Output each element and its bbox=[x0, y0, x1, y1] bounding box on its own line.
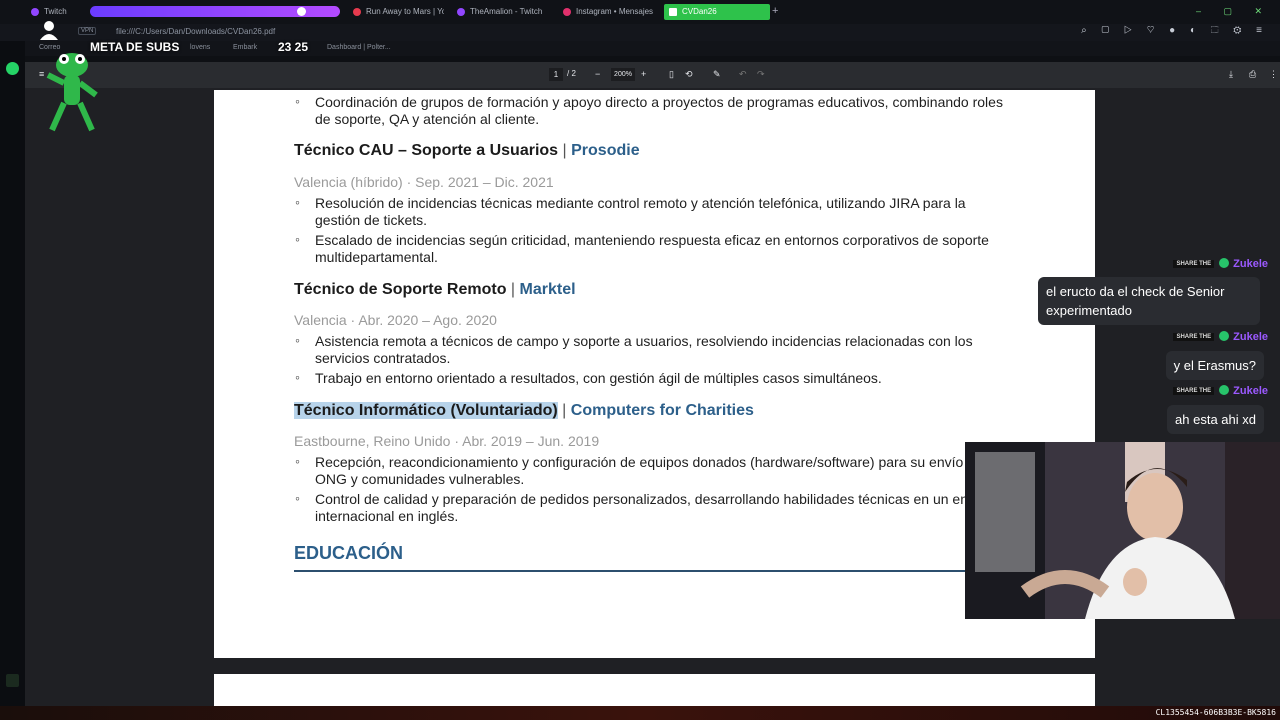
pdf-toolbar: ≡ 1 / 2 − 200% + ▯ ⟲ ✎ ↶ ↷ ⤓ ⎙ ⋮ bbox=[25, 62, 1280, 88]
job-company: Marktel bbox=[519, 281, 576, 298]
shield-icon bbox=[1219, 331, 1230, 341]
toolbar-icons[interactable]: ⌕ ▢ ▷ ♡ ● ◐ ⬚ ⚙ ≡ bbox=[1081, 25, 1268, 36]
chat-badge: SHARE THE bbox=[1173, 387, 1215, 395]
stream-id: CL1355454-606B3B3E-BK5816 bbox=[1155, 708, 1276, 717]
list-item: Asistencia remota a técnicos de campo y … bbox=[295, 332, 1005, 367]
list-item: Trabajo en entorno orientado a resultado… bbox=[295, 369, 1005, 387]
draw-icon[interactable]: ✎ bbox=[713, 69, 721, 80]
browser-sidebar bbox=[0, 0, 25, 720]
twitch-icon bbox=[457, 8, 465, 16]
shield-icon bbox=[1219, 258, 1230, 268]
bookmark-embark[interactable]: Embark bbox=[233, 44, 257, 51]
chat-username: SHARE THE Zukele bbox=[1173, 258, 1268, 270]
chat-message: y el Erasmus? bbox=[1165, 351, 1264, 380]
zoom-in-button[interactable]: + bbox=[641, 69, 646, 79]
list-item: Coordinación de grupos de formación y ap… bbox=[295, 93, 1005, 128]
job-company: Computers for Charities bbox=[570, 402, 754, 419]
fit-page-icon[interactable]: ▯ bbox=[669, 69, 674, 80]
zoom-level[interactable]: 200% bbox=[611, 68, 635, 81]
chat-user: Zukele bbox=[1233, 385, 1268, 397]
tab-label: CVDan26 bbox=[682, 7, 717, 16]
more-options-icon[interactable]: ⋮ bbox=[1269, 69, 1278, 80]
job-meta: Valencia (híbrido) · Sep. 2021 – Dic. 20… bbox=[294, 174, 554, 190]
job-role-selected[interactable]: Técnico Informático (Voluntariado) bbox=[294, 402, 558, 419]
pdf-icon bbox=[669, 8, 677, 16]
shield-icon bbox=[1219, 385, 1230, 395]
bookmarks-bar: Correo lovens Embark Dashboard | Polter.… bbox=[25, 41, 1280, 56]
tab-twitch[interactable]: Twitch bbox=[26, 4, 90, 20]
subs-goal-count: 23 25 bbox=[278, 40, 309, 54]
instagram-icon bbox=[563, 8, 571, 16]
subs-goal-label: META DE SUBS bbox=[90, 40, 180, 54]
job-title: Técnico CAU – Soporte a Usuarios | Proso… bbox=[294, 142, 640, 160]
separator: | bbox=[562, 402, 567, 419]
webcam-feed bbox=[965, 442, 1280, 619]
tab-bar: Twitch Run Away to Mars | Yo TheAmalion … bbox=[0, 0, 1280, 24]
chat-user: Zukele bbox=[1233, 331, 1268, 343]
tab-label: TheAmalion - Twitch bbox=[470, 7, 543, 16]
tab-label: Instagram • Mensajes bbox=[576, 7, 654, 16]
chat-badge: SHARE THE bbox=[1173, 260, 1215, 268]
separator: | bbox=[510, 281, 516, 298]
tab-youtube[interactable]: Run Away to Mars | Yo bbox=[348, 4, 444, 20]
list-item: Escalado de incidencias según criticidad… bbox=[295, 231, 1005, 266]
webcam-image bbox=[965, 442, 1280, 619]
tab-label: Twitch bbox=[44, 7, 67, 16]
gx-icon[interactable] bbox=[6, 674, 19, 687]
separator: | bbox=[562, 142, 567, 159]
bottom-strip bbox=[0, 706, 1280, 720]
tab-cvdan26[interactable]: CVDan26 bbox=[664, 4, 770, 20]
page-number-input[interactable]: 1 bbox=[549, 68, 563, 81]
download-icon[interactable]: ⤓ bbox=[1229, 69, 1233, 80]
zoom-out-button[interactable]: − bbox=[595, 69, 600, 79]
progress-knob[interactable] bbox=[297, 7, 306, 16]
user-icon bbox=[40, 21, 58, 40]
page-total: / 2 bbox=[567, 69, 576, 78]
chat-badge: SHARE THE bbox=[1173, 333, 1215, 341]
list-item: Resolución de incidencias técnicas media… bbox=[295, 194, 1005, 229]
job-meta: Valencia · Abr. 2020 – Ago. 2020 bbox=[294, 312, 497, 328]
chat-message: ah esta ahi xd bbox=[1167, 405, 1264, 434]
pdf-page: Coordinación de grupos de formación y ap… bbox=[214, 90, 1095, 658]
tab-theamalion[interactable]: TheAmalion - Twitch bbox=[452, 4, 554, 20]
twitch-icon bbox=[31, 8, 39, 16]
job-role: Técnico de Soporte Remoto bbox=[294, 281, 507, 298]
frog-emote-icon bbox=[46, 53, 98, 132]
tab-label: Run Away to Mars | Yo bbox=[366, 7, 444, 16]
job-role: Técnico CAU – Soporte a Usuarios bbox=[294, 142, 559, 159]
chat-message: el eructo da el check de Senior experime… bbox=[1038, 277, 1260, 325]
tab-instagram[interactable]: Instagram • Mensajes bbox=[558, 4, 662, 20]
redo-icon[interactable]: ↷ bbox=[757, 69, 765, 80]
window-controls[interactable]: – ▢ ✕ bbox=[1196, 6, 1272, 17]
section-title: EDUCACIÓN bbox=[294, 543, 404, 563]
job-meta: Eastbourne, Reino Unido · Abr. 2019 – Ju… bbox=[294, 433, 600, 449]
vpn-badge[interactable]: VPN bbox=[78, 27, 97, 35]
bookmark-lovens[interactable]: lovens bbox=[190, 44, 210, 51]
list-item: Recepción, reacondicionamiento y configu… bbox=[295, 453, 1005, 488]
youtube-icon bbox=[353, 8, 361, 16]
job-title: Técnico Informático (Voluntariado) | Com… bbox=[294, 402, 754, 420]
section-divider bbox=[294, 570, 1014, 572]
print-icon[interactable]: ⎙ bbox=[1249, 69, 1256, 80]
media-progress-bar[interactable] bbox=[90, 6, 340, 17]
chat-username: SHARE THE Zukele bbox=[1173, 331, 1268, 343]
rotate-icon[interactable]: ⟲ bbox=[685, 69, 693, 80]
job-company: Prosodie bbox=[571, 142, 640, 159]
new-tab-button[interactable]: + bbox=[772, 5, 778, 17]
chat-user: Zukele bbox=[1233, 258, 1268, 270]
undo-icon[interactable]: ↶ bbox=[739, 69, 747, 80]
bookmark-dashboard[interactable]: Dashboard | Polter... bbox=[327, 44, 391, 51]
list-item: Control de calidad y preparación de pedi… bbox=[295, 490, 1005, 525]
address-bar: VPN file:///C:/Users/Dan/Downloads/CVDan… bbox=[0, 24, 1280, 41]
screen: Twitch Run Away to Mars | Yo TheAmalion … bbox=[0, 0, 1280, 720]
chat-username: SHARE THE Zukele bbox=[1173, 385, 1268, 397]
whatsapp-icon[interactable] bbox=[6, 62, 19, 75]
url-field[interactable]: file:///C:/Users/Dan/Downloads/CVDan26.p… bbox=[116, 27, 275, 36]
job-title: Técnico de Soporte Remoto | Marktel bbox=[294, 281, 576, 299]
